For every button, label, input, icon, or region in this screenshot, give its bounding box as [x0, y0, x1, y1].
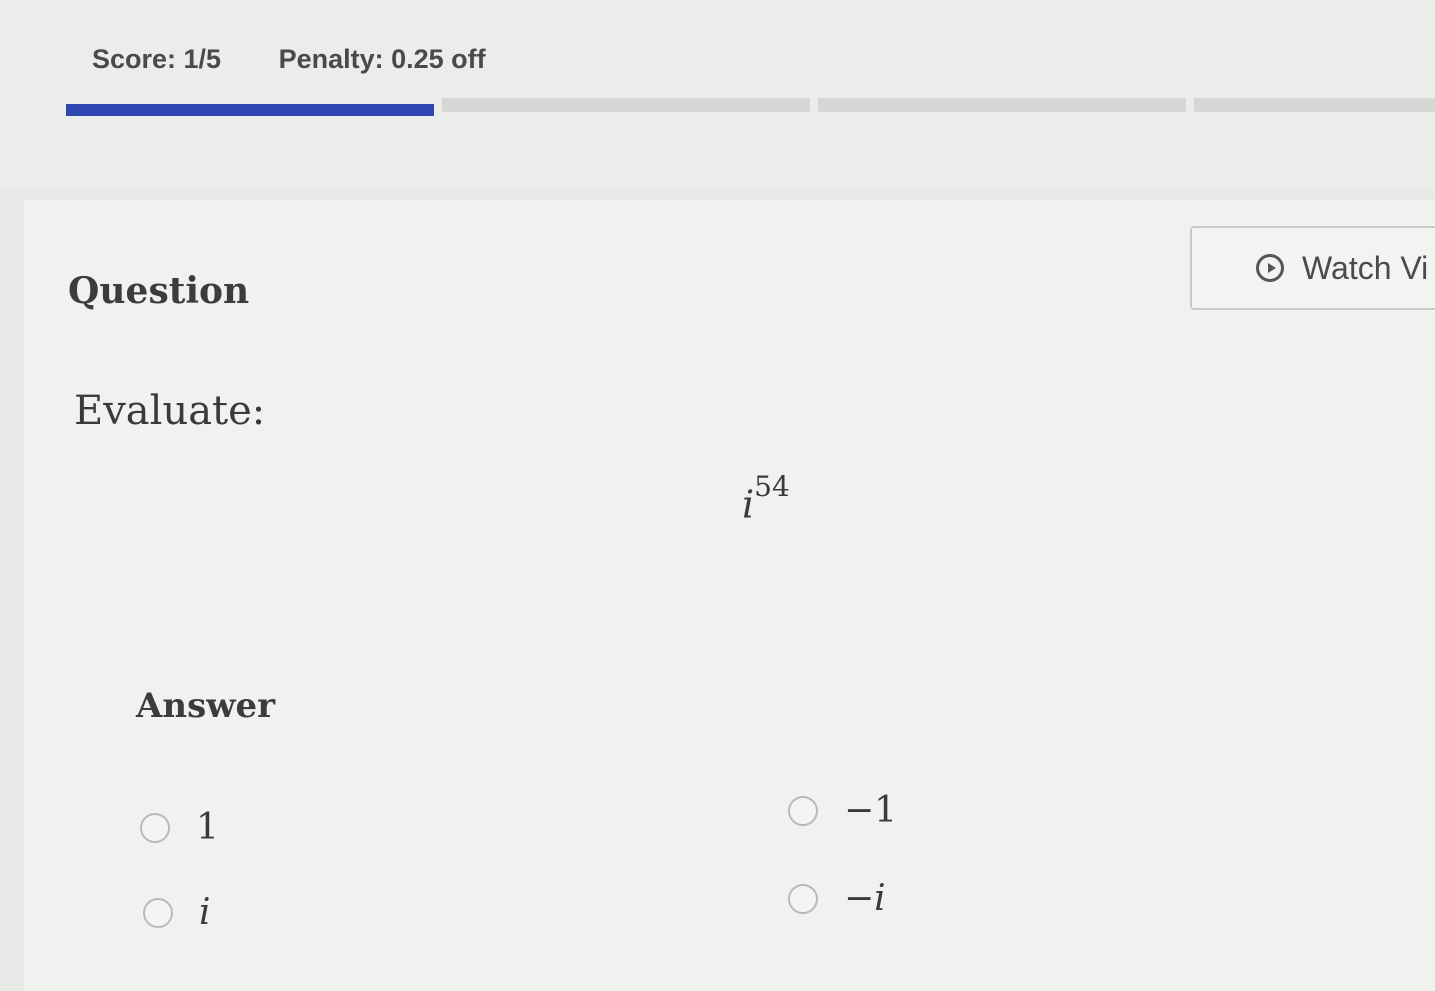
radio-button[interactable] — [788, 883, 818, 914]
score-row: Score: 1/5 Penalty: 0.25 off — [92, 44, 486, 75]
expression-base: i — [742, 482, 755, 527]
progress-segment-complete — [66, 104, 434, 116]
question-prompt: Evaluate: — [74, 388, 266, 434]
radio-button[interactable] — [140, 812, 170, 843]
answer-option-i[interactable]: i — [143, 892, 211, 933]
radio-button[interactable] — [788, 795, 818, 826]
math-expression: i54 — [742, 470, 790, 527]
watch-video-button[interactable]: Watch Vi — [1190, 226, 1435, 310]
play-circle-icon — [1256, 254, 1284, 282]
answer-title: Answer — [136, 686, 276, 726]
progress-segment-pending — [1194, 98, 1435, 112]
top-bar: Score: 1/5 Penalty: 0.25 off — [0, 0, 1435, 190]
progress-segment-pending — [818, 98, 1186, 112]
option-label: 1 — [196, 807, 219, 848]
score-text: Score: 1/5 — [92, 44, 222, 74]
question-title: Question — [68, 270, 250, 312]
watch-video-label: Watch Vi — [1302, 249, 1429, 286]
answer-option-1[interactable]: 1 — [140, 807, 219, 848]
option-label: i — [199, 892, 211, 933]
answer-option-negative-1[interactable]: −1 — [788, 790, 897, 831]
radio-button[interactable] — [143, 897, 173, 928]
progress-segment-pending — [442, 98, 810, 112]
penalty-text: Penalty: 0.25 off — [278, 44, 486, 74]
expression-exponent: 54 — [754, 470, 790, 503]
progress-bar — [66, 98, 1435, 122]
question-card — [24, 200, 1435, 991]
answer-option-negative-i[interactable]: −i — [788, 878, 886, 919]
option-label: −i — [844, 878, 886, 919]
option-label: −1 — [844, 790, 898, 831]
